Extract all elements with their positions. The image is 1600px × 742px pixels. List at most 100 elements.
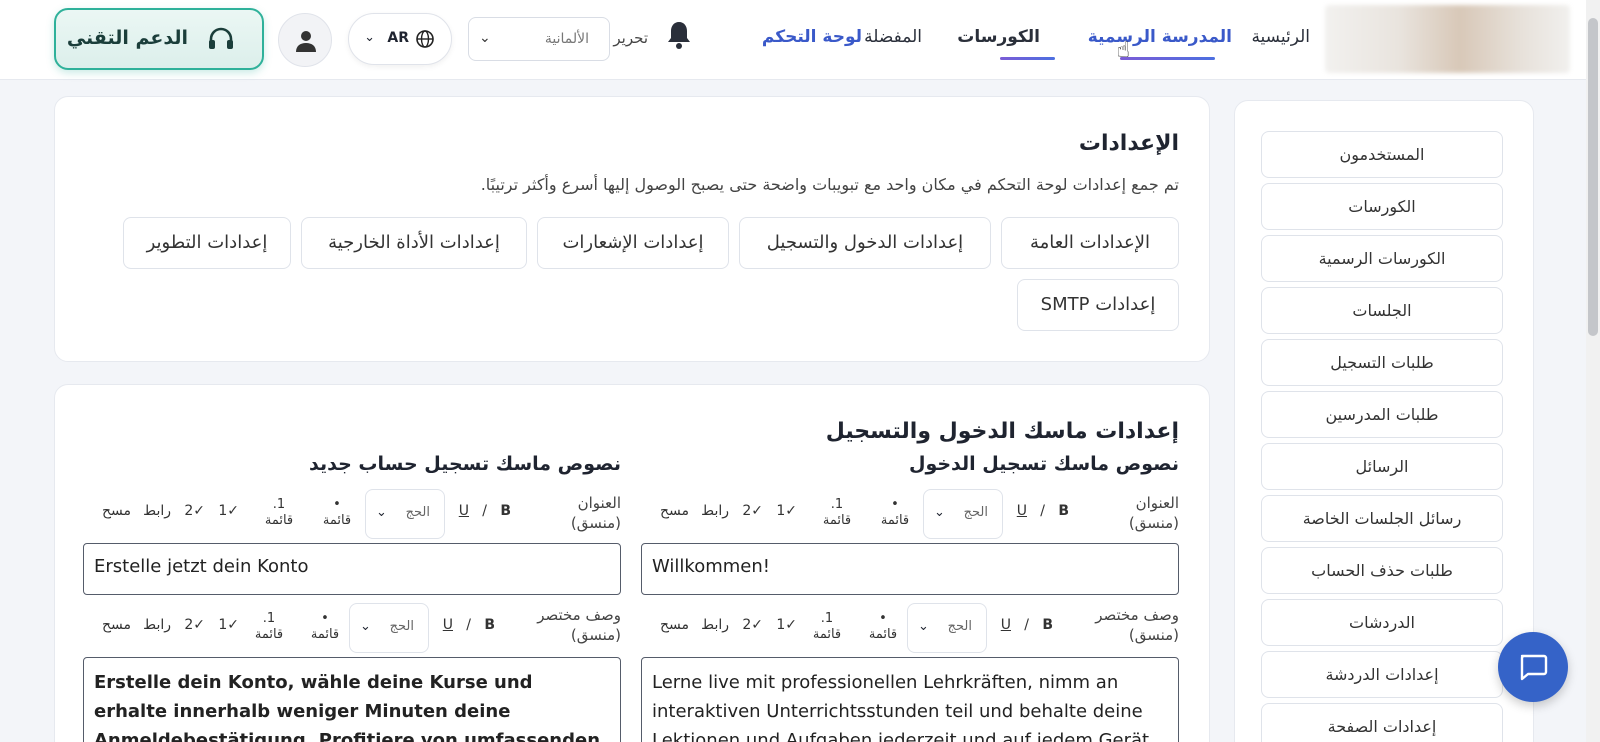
chevron-down-icon: ⌄ (376, 505, 387, 520)
bold-button[interactable]: B (484, 617, 495, 633)
bullet-list-button[interactable]: • قائمة (305, 611, 345, 643)
headset-icon (209, 27, 233, 49)
tab-general-settings[interactable]: الإعدادات العامة (1001, 217, 1179, 269)
numbered-list-button[interactable]: 1. قائمة (817, 497, 857, 529)
clear-format-button[interactable]: مسح (102, 617, 131, 633)
underline-button[interactable]: U (1001, 617, 1011, 633)
description-field-label: وصف مختصر (منسق) (1095, 606, 1179, 644)
login-description-textarea[interactable]: Lerne live mit professionellen Lehrkräft… (641, 657, 1179, 742)
italic-button[interactable]: / (466, 617, 471, 633)
description-field-label: وصف مختصر (منسق) (537, 606, 621, 644)
sidebar-item-teacher-requests[interactable]: طلبات المدرسين (1261, 391, 1503, 438)
signup-title-input[interactable]: Erstelle jetzt dein Konto (83, 543, 621, 595)
link-button[interactable]: رابط (701, 503, 729, 519)
admin-sidebar: المستخدمون الكورسات الكورسات الرسمية الج… (1234, 100, 1534, 742)
technical-support-button[interactable]: الدعم التقني (54, 8, 264, 70)
sidebar-item-private-session-messages[interactable]: رسائل الجلسات الخاصة (1261, 495, 1503, 542)
settings-description: تم جمع إعدادات لوحة التحكم في مكان واحد … (480, 175, 1179, 194)
check-1-button[interactable]: ✓1 (218, 617, 239, 633)
scrollbar-thumb[interactable] (1588, 18, 1598, 336)
nav-official-school-link[interactable]: المدرسة الرسمية (1088, 27, 1232, 47)
edit-label: تحرير (613, 29, 648, 47)
sidebar-item-enrollment-requests[interactable]: طلبات التسجيل (1261, 339, 1503, 386)
numbered-list-button[interactable]: 1. قائمة (259, 497, 299, 529)
underline-button[interactable]: U (443, 617, 453, 633)
nav-courses-link[interactable]: الكورسات (957, 27, 1040, 47)
check-2-button[interactable]: ✓2 (742, 617, 763, 633)
check-1-button[interactable]: ✓1 (776, 503, 797, 519)
tab-login-signup-settings[interactable]: إعدادات الدخول والتسجيل (739, 217, 991, 269)
link-button[interactable]: رابط (701, 617, 729, 633)
globe-icon (416, 30, 434, 48)
underline-button[interactable]: U (459, 503, 469, 519)
login-column-title: نصوص ماسك تسجيل الدخول (908, 453, 1179, 475)
font-size-value: الحج (405, 505, 430, 520)
bullet-list-button[interactable]: • قائمة (875, 497, 915, 529)
nav-active-underline (1120, 57, 1215, 60)
check-1-button[interactable]: ✓1 (776, 617, 797, 633)
font-size-select[interactable]: الحج ⌄ (923, 489, 1003, 539)
font-size-select[interactable]: الحج ⌄ (907, 603, 987, 653)
italic-button[interactable]: / (1024, 617, 1029, 633)
link-button[interactable]: رابط (143, 503, 171, 519)
login-mask-card: إعدادات ماسك الدخول والتسجيل نصوص ماسك ت… (54, 384, 1210, 742)
settings-card: الإعدادات تم جمع إعدادات لوحة التحكم في … (54, 96, 1210, 362)
sidebar-item-account-deletion-requests[interactable]: طلبات حذف الحساب (1261, 547, 1503, 594)
page-scrollbar[interactable] (1586, 0, 1600, 742)
font-size-select[interactable]: الحج ⌄ (365, 489, 445, 539)
bold-button[interactable]: B (1042, 617, 1053, 633)
sidebar-item-page-settings[interactable]: إعدادات الصفحة (1261, 703, 1503, 742)
content-language-select[interactable]: الألمانية ⌄ (468, 17, 610, 61)
numbered-list-button[interactable]: 1. قائمة (249, 611, 289, 643)
content-language-value: الألمانية (544, 31, 589, 47)
font-size-value: الحج (963, 505, 988, 520)
italic-button[interactable]: / (482, 503, 487, 519)
underline-button[interactable]: U (1017, 503, 1027, 519)
tab-development-settings[interactable]: إعدادات التطوير (123, 217, 291, 269)
check-1-button[interactable]: ✓1 (218, 503, 239, 519)
tab-smtp-settings[interactable]: إعدادات SMTP (1017, 279, 1179, 331)
bullet-list-button[interactable]: • قائمة (863, 611, 903, 643)
notification-bell-icon[interactable] (666, 20, 692, 50)
top-navbar: الرئيسية المدرسة الرسمية الكورسات المفضل… (0, 0, 1600, 80)
nav-home-link[interactable]: الرئيسية (1251, 27, 1310, 47)
pointer-cursor-icon: ☝ (1116, 38, 1130, 63)
site-logo[interactable] (1325, 5, 1570, 73)
clear-format-button[interactable]: مسح (660, 617, 689, 633)
login-title-input[interactable]: Willkommen! (641, 543, 1179, 595)
nav-hover-underline (1000, 57, 1055, 60)
sidebar-item-sessions[interactable]: الجلسات (1261, 287, 1503, 334)
chat-launcher-button[interactable] (1498, 632, 1568, 702)
sidebar-item-courses[interactable]: الكورسات (1261, 183, 1503, 230)
bold-button[interactable]: B (500, 503, 511, 519)
sidebar-item-official-courses[interactable]: الكورسات الرسمية (1261, 235, 1503, 282)
chevron-down-icon: ⌄ (934, 505, 945, 520)
font-size-select[interactable]: الحج ⌄ (349, 603, 429, 653)
nav-dashboard-link[interactable]: لوحة التحكم (762, 27, 862, 47)
check-2-button[interactable]: ✓2 (184, 503, 205, 519)
nav-favorites-link[interactable]: المفضلة (864, 27, 922, 47)
italic-button[interactable]: / (1040, 503, 1045, 519)
user-avatar-button[interactable] (278, 13, 332, 67)
locale-switcher[interactable]: AR ⌄ (348, 13, 452, 65)
tab-external-tool-settings[interactable]: إعدادات الأداة الخارجية (301, 217, 527, 269)
check-2-button[interactable]: ✓2 (742, 503, 763, 519)
clear-format-button[interactable]: مسح (102, 503, 131, 519)
title-field-label: العنوان (منسق) (1128, 494, 1179, 532)
page-title: الإعدادات (1078, 131, 1179, 156)
tab-notification-settings[interactable]: إعدادات الإشعارات (537, 217, 729, 269)
link-button[interactable]: رابط (143, 617, 171, 633)
sidebar-item-messages[interactable]: الرسائل (1261, 443, 1503, 490)
sidebar-item-chat-settings[interactable]: إعدادات الدردشة (1261, 651, 1503, 698)
chevron-down-icon: ⌄ (479, 30, 491, 46)
font-size-value: الحج (947, 619, 972, 634)
numbered-list-button[interactable]: 1. قائمة (807, 611, 847, 643)
bold-button[interactable]: B (1058, 503, 1069, 519)
bullet-list-button[interactable]: • قائمة (317, 497, 357, 529)
signup-column-title: نصوص ماسك تسجيل حساب جديد (309, 453, 621, 475)
signup-description-textarea[interactable]: Erstelle dein Konto, wähle deine Kurse u… (83, 657, 621, 742)
sidebar-item-users[interactable]: المستخدمون (1261, 131, 1503, 178)
sidebar-item-chats[interactable]: الدردشات (1261, 599, 1503, 646)
check-2-button[interactable]: ✓2 (184, 617, 205, 633)
clear-format-button[interactable]: مسح (660, 503, 689, 519)
